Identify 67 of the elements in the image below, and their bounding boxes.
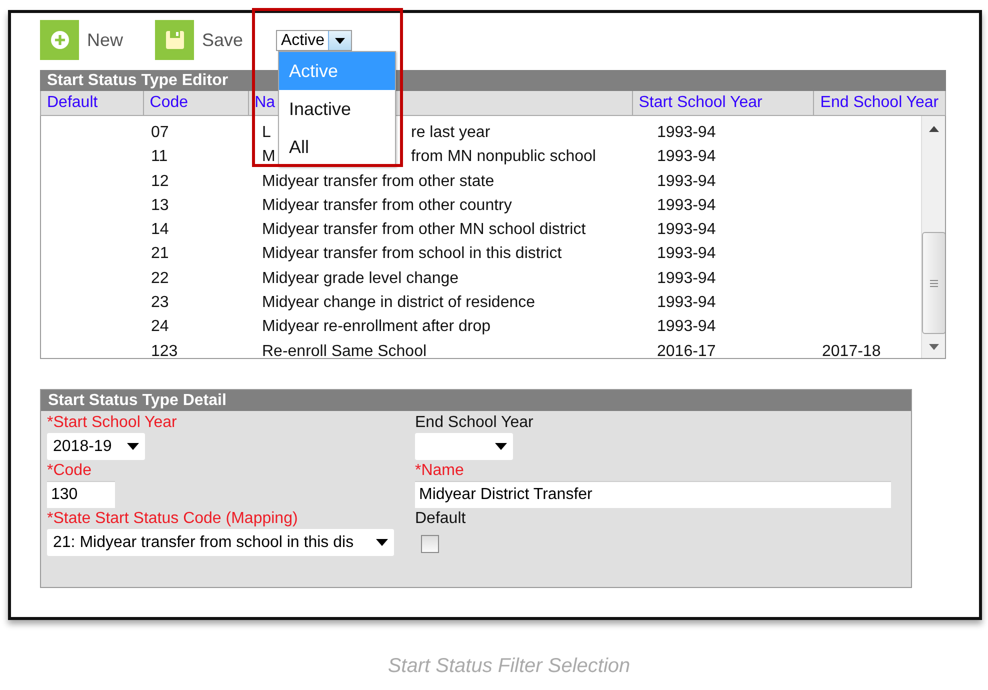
name-column-header[interactable]: Na	[254, 94, 276, 111]
table-cell: Midyear grade level change	[262, 270, 459, 287]
grip-icon	[930, 280, 938, 286]
table-cell: 1993-94	[657, 221, 716, 238]
table-cell: Midyear re-enrollment after drop	[262, 318, 491, 336]
scroll-down-icon[interactable]	[929, 344, 939, 350]
checkbox[interactable]	[421, 535, 439, 553]
dropdown-field[interactable]: 2018-19	[47, 433, 145, 460]
start-year-column-header[interactable]: Start School Year	[638, 94, 762, 111]
table-cell: 1993-94	[657, 245, 716, 262]
figure-caption: Start Status Filter Selection	[386, 655, 632, 678]
table-cell: Midyear transfer from other state	[262, 172, 494, 190]
table-cell: 1993-94	[657, 318, 716, 336]
dropdown-option[interactable]: Inactive	[279, 90, 395, 128]
table-cell: 13	[151, 196, 169, 214]
dropdown-field[interactable]	[415, 433, 513, 460]
input-field[interactable]: 130	[47, 481, 115, 508]
field-label: *Start School Year	[47, 413, 177, 433]
table-cell: 1993-94	[657, 294, 716, 312]
table-cell: Midyear change in district of residence	[262, 294, 536, 312]
field-label: *Code	[47, 461, 92, 481]
save-button-label[interactable]: Save	[202, 20, 244, 51]
scrollbar-thumb[interactable]	[922, 232, 945, 334]
table-cell: 21	[151, 245, 169, 262]
table-cell: 1993-94	[657, 196, 716, 214]
table-cell: Midyear transfer from other country	[262, 196, 512, 214]
end-year-column-header[interactable]: End School Year	[820, 94, 939, 111]
table-cell: 1993-94	[657, 270, 716, 287]
table-cell: 2017-18	[822, 342, 881, 358]
input-field[interactable]: Midyear District Transfer	[415, 481, 891, 508]
table-cell: 24	[151, 318, 169, 336]
dropdown-option[interactable]: All	[279, 128, 395, 166]
default-column-header[interactable]: Default	[47, 94, 98, 111]
field-label: *State Start Status Code (Mapping)	[47, 509, 298, 529]
table-cell: 1993-94	[657, 148, 716, 166]
table-cell: 11	[151, 148, 168, 166]
table-cell-text: re last year	[411, 123, 490, 143]
panel-header: Start Status Type Detail	[41, 390, 911, 411]
table-cell: 1993-94	[657, 124, 716, 141]
add-icon[interactable]	[40, 20, 79, 60]
table-cell: L	[262, 124, 271, 141]
table-cell: Midyear transfer from school in this district	[262, 245, 562, 262]
status-filter-select[interactable]: Active	[276, 30, 352, 51]
caret-icon	[495, 443, 507, 450]
code-column-header[interactable]: Code	[150, 94, 188, 111]
new-button-label[interactable]: New	[87, 20, 124, 51]
caret-icon	[328, 31, 351, 50]
field-label: *Name	[415, 461, 464, 481]
table-cell: 12	[151, 172, 169, 190]
caret-icon	[127, 443, 139, 450]
table-cell: Midyear transfer from other MN school district	[262, 221, 586, 238]
table-cell: 14	[151, 221, 169, 238]
field-label: Default	[415, 509, 466, 529]
scroll-up-icon[interactable]	[929, 126, 939, 132]
table-cell: 07	[151, 124, 169, 141]
table-cell-text: from MN nonpublic school	[411, 147, 596, 168]
table-cell: 22	[151, 270, 169, 287]
table-cell: 23	[151, 294, 169, 312]
dropdown-field[interactable]: 21: Midyear transfer from school in this dis	[47, 529, 394, 556]
table-cell: Re-enroll Same School	[262, 342, 427, 358]
table-cell: 123	[151, 342, 178, 358]
table-cell: M	[262, 148, 276, 166]
field-label: End School Year	[415, 413, 534, 433]
vertical-scrollbar[interactable]	[921, 116, 945, 358]
table-cell: 2016-17	[657, 342, 716, 358]
caret-icon	[376, 539, 388, 546]
table-cell: 1993-94	[657, 172, 716, 190]
